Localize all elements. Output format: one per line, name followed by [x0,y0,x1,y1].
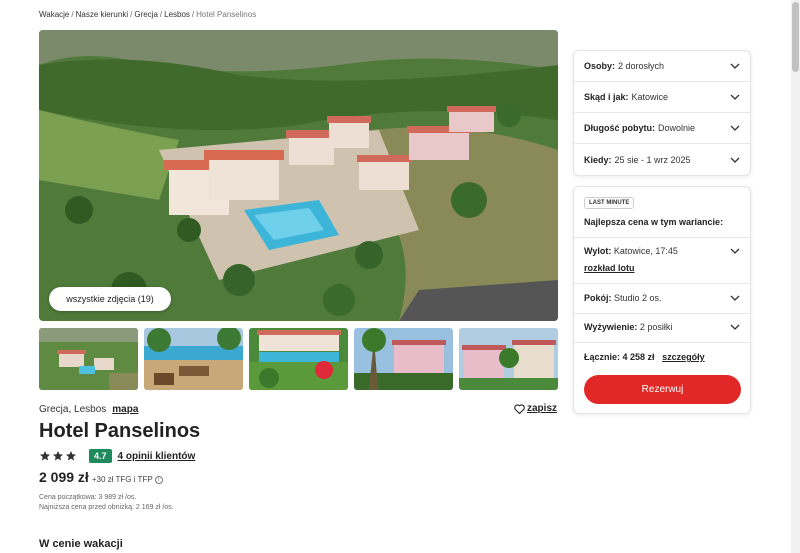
filter-label: Osoby: [584,61,616,71]
total-label: Łącznie: [584,352,621,362]
price-row: 2 099 zł +30 zł TFG i TFP i [39,469,163,485]
scrollbar[interactable] [791,0,800,553]
flight-schedule-link[interactable]: rozkład lotu [584,263,635,273]
star-icon [40,451,50,461]
filter-value: 2 dorosłych [618,61,665,71]
location-text: Grecja, Lesbos [39,404,107,415]
room-label: Pokój: [584,293,612,303]
offer-card: LAST MINUTE Najlepsza cena w tym warianc… [573,186,751,414]
star-icon [53,451,63,461]
heart-icon [514,403,525,414]
flight-row[interactable]: Wylot: Katowice, 17:45 [584,246,740,256]
price-amount: 2 099 zł [39,469,89,485]
filter-label: Długość pobytu: [584,123,655,133]
best-price-label: Najlepsza cena w tym wariancie: [584,217,724,227]
hotel-title: Hotel Panselinos [39,420,201,442]
details-link[interactable]: szczegóły [662,352,705,362]
chevron-down-icon [730,157,740,163]
filters-card: Osoby: 2 dorosłych Skąd i jak: Katowice Dł… [573,50,751,176]
breadcrumb-item-grecja[interactable]: Grecja [134,10,158,19]
total-value: 4 258 zł [622,352,655,362]
filter-label: Kiedy: [584,154,612,165]
divider [574,237,750,238]
hotel-stars [39,450,77,462]
chevron-down-icon [730,63,740,69]
chevron-down-icon [730,295,740,301]
thumbnail-strip [39,328,558,390]
room-value: Studio 2 os. [614,293,662,303]
breadcrumb: Wakacje / Nasze kierunki / Grecja / Lesbos / Hot… [39,10,257,19]
divider [574,283,750,284]
initial-price-note: Cena początkowa: 3 989 zł /os. [39,494,137,501]
divider [574,313,750,314]
chevron-down-icon [730,324,740,330]
divider [574,342,750,343]
rating-row: 4.7 4 opinii klientów [39,448,195,464]
breadcrumb-item-wakacje[interactable]: Wakacje [39,10,69,19]
fee-text: +30 zł TFG i TFP [91,475,153,484]
section-title: W cenie wakacji [39,538,123,550]
filter-dates[interactable]: Kiedy: 25 sie - 1 wrz 2025 [574,144,750,175]
breadcrumb-item-kierunki[interactable]: Nasze kierunki [76,10,128,19]
score-badge: 4.7 [89,449,112,463]
board-value: 2 posiłki [639,322,673,332]
room-row[interactable]: Pokój: Studio 2 os. [584,293,740,303]
last-minute-badge: LAST MINUTE [584,197,635,209]
price-fee: +30 zł TFG i TFP i [92,475,163,484]
star-icon [66,451,76,461]
save-button[interactable]: zapisz [514,403,557,414]
filter-value: Dowolnie [658,123,696,133]
hotel-location: Grecja, Lesbos mapa [39,404,138,415]
hero-photo[interactable] [39,30,558,321]
flight-value: Katowice, 17:45 [613,246,678,256]
all-photos-button[interactable]: wszystkie zdjęcia (19) [49,287,171,311]
filter-label: Skąd i jak: [584,92,629,102]
filter-origin[interactable]: Skąd i jak: Katowice [574,82,750,113]
flight-schedule-row: rozkład lotu [584,263,740,273]
breadcrumb-item-lesbos[interactable]: Lesbos [164,10,190,19]
board-label: Wyżywienie: [584,322,638,332]
thumbnail-5[interactable] [459,328,558,390]
chevron-down-icon [730,125,740,131]
board-row[interactable]: Wyżywienie: 2 posiłki [584,322,740,332]
breadcrumb-current: Hotel Panselinos [196,10,257,19]
chevron-down-icon [730,248,740,254]
map-link[interactable]: mapa [112,404,138,415]
opinions-link[interactable]: 4 opinii klientów [118,451,196,462]
info-icon[interactable]: i [154,475,163,484]
filter-duration[interactable]: Długość pobytu: Dowolnie [574,113,750,144]
filter-value: Katowice [631,92,669,102]
total-row: Łącznie: 4 258 zł szczegóły [584,352,705,362]
scrollbar-thumb[interactable] [792,2,799,72]
filter-value: 25 sie - 1 wrz 2025 [614,154,691,165]
save-label: zapisz [527,403,558,414]
lowest-price-note: Najniższa cena przed obniżką: 2 169 zł /… [39,504,174,511]
hero-photo-image [39,30,558,321]
thumbnail-3[interactable] [249,328,348,390]
flight-label: Wylot: [584,246,612,256]
book-button[interactable]: Rezerwuj [584,375,741,404]
filter-persons[interactable]: Osoby: 2 dorosłych [574,51,750,82]
chevron-down-icon [730,94,740,100]
thumbnail-4[interactable] [354,328,453,390]
thumbnail-2[interactable] [144,328,243,390]
thumbnail-1[interactable] [39,328,138,390]
